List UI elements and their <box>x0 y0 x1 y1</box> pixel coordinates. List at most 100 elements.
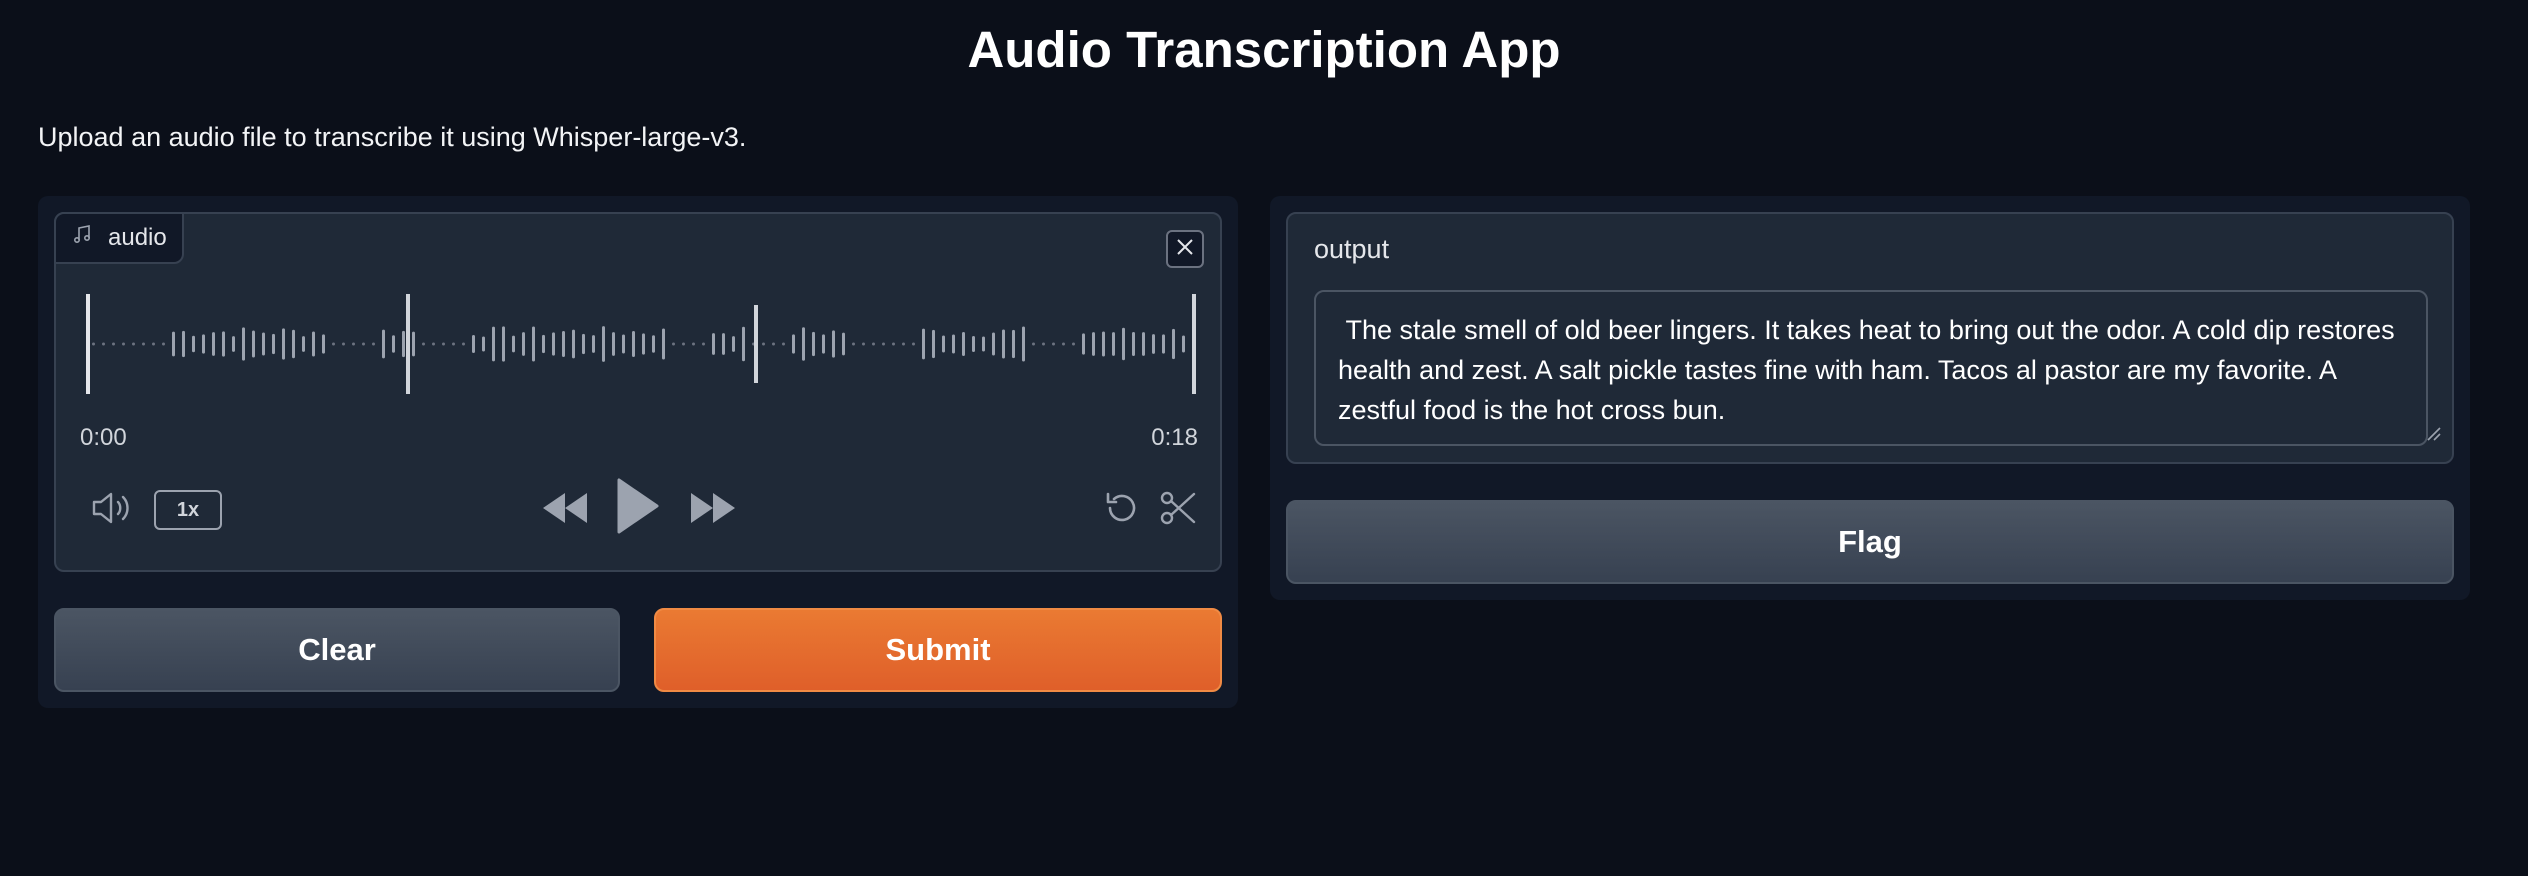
waveform-bar <box>1012 329 1015 359</box>
waveform-bar <box>252 330 255 358</box>
waveform-bar <box>482 336 485 352</box>
waveform-bar <box>952 334 955 354</box>
play-button[interactable] <box>612 476 662 540</box>
waveform-bar <box>852 342 855 346</box>
waveform-bar <box>392 335 395 353</box>
fast-forward-icon <box>689 491 737 530</box>
waveform-marker <box>754 305 758 383</box>
waveform-bar <box>1072 342 1075 346</box>
audio-label-tab: audio <box>54 212 184 264</box>
waveform-bar <box>672 342 675 346</box>
output-container: output The stale smell of old beer linge… <box>1286 212 2454 464</box>
waveform-bar <box>662 328 665 360</box>
waveform-bar <box>492 326 495 362</box>
waveform-bar <box>682 342 685 346</box>
waveform-bar <box>312 331 315 357</box>
waveform-bar <box>92 342 95 346</box>
waveform-bar <box>262 332 265 356</box>
rewind-button[interactable] <box>540 490 590 530</box>
waveform-bar <box>362 342 365 346</box>
waveform-bar <box>652 335 655 353</box>
submit-button[interactable]: Submit <box>654 608 1222 692</box>
waveform-bar <box>302 336 305 352</box>
waveform-bar <box>182 330 185 358</box>
waveform-bar <box>742 326 745 362</box>
waveform-bar <box>1042 342 1045 346</box>
waveform-bar <box>692 342 695 346</box>
waveform-bar <box>602 326 605 362</box>
waveform-bar <box>132 342 135 346</box>
waveform-bar <box>1092 332 1095 356</box>
close-audio-button[interactable] <box>1166 230 1204 268</box>
waveform-bar <box>802 327 805 361</box>
waveform-bar <box>202 334 205 354</box>
resize-grip-icon[interactable] <box>2424 424 2448 458</box>
waveform-bar <box>1112 332 1115 356</box>
waveform-bar <box>162 342 165 346</box>
waveform-bar <box>212 332 215 356</box>
waveform-bar <box>172 331 175 357</box>
waveform-bar <box>622 334 625 354</box>
waveform-bar <box>372 342 375 346</box>
waveform-bar <box>232 336 235 352</box>
waveform-bar <box>592 335 595 353</box>
waveform-bar <box>382 329 385 359</box>
waveform-bar <box>432 342 435 346</box>
waveform-bar <box>732 336 735 352</box>
waveform-bar <box>332 342 335 346</box>
output-label: output <box>1314 234 1390 264</box>
waveform-bar <box>102 342 105 346</box>
waveform-bar <box>1172 328 1175 360</box>
waveform-bar <box>822 334 825 354</box>
waveform-bar <box>872 342 875 346</box>
waveform-bar <box>452 342 455 346</box>
waveform-bar <box>442 342 445 346</box>
current-time: 0:00 <box>80 424 127 451</box>
waveform-bar <box>1152 334 1155 354</box>
waveform-bar <box>502 326 505 362</box>
flag-button[interactable]: Flag <box>1286 500 2454 584</box>
rewind-icon <box>541 491 589 530</box>
scissors-icon <box>1158 488 1198 533</box>
waveform-bar <box>1162 334 1165 354</box>
volume-button[interactable] <box>90 490 134 530</box>
playback-rate-button[interactable]: 1x <box>154 490 222 530</box>
waveform-bar <box>272 333 275 355</box>
page-description: Upload an audio file to transcribe it us… <box>38 122 747 152</box>
waveform-bar <box>882 342 885 346</box>
waveform-marker <box>406 294 410 394</box>
waveform-bar <box>972 336 975 352</box>
audio-waveform[interactable] <box>86 292 1196 396</box>
waveform-bar <box>1122 327 1125 361</box>
waveform-bar <box>1142 332 1145 356</box>
waveform-bar <box>542 334 545 354</box>
waveform-bar <box>702 342 705 346</box>
waveform-bar <box>192 335 195 353</box>
waveform-bar <box>842 332 845 356</box>
clear-button[interactable]: Clear <box>54 608 620 692</box>
waveform-bar <box>1022 326 1025 362</box>
waveform-bar <box>582 333 585 355</box>
duration-time: 0:18 <box>1151 424 1198 451</box>
waveform-bar <box>142 342 145 346</box>
waveform-bar <box>912 342 915 346</box>
trim-button[interactable] <box>1156 488 1200 532</box>
playhead <box>86 294 90 394</box>
waveform-bar <box>832 330 835 358</box>
waveform-bar <box>1132 332 1135 356</box>
waveform-bar <box>462 342 465 346</box>
waveform-bar <box>792 334 795 354</box>
fast-forward-button[interactable] <box>688 490 738 530</box>
waveform-bar <box>712 333 715 355</box>
waveform-bar <box>472 335 475 353</box>
waveform-bar <box>512 335 515 353</box>
waveform-bar <box>322 334 325 354</box>
waveform-bar <box>122 342 125 346</box>
reset-button[interactable] <box>1100 488 1144 532</box>
waveform-bar <box>782 342 785 346</box>
waveform-bar <box>402 330 405 358</box>
waveform-bar <box>722 333 725 355</box>
waveform-bar <box>242 327 245 361</box>
output-textbox[interactable]: The stale smell of old beer lingers. It … <box>1314 290 2428 446</box>
waveform-bar <box>152 342 155 346</box>
